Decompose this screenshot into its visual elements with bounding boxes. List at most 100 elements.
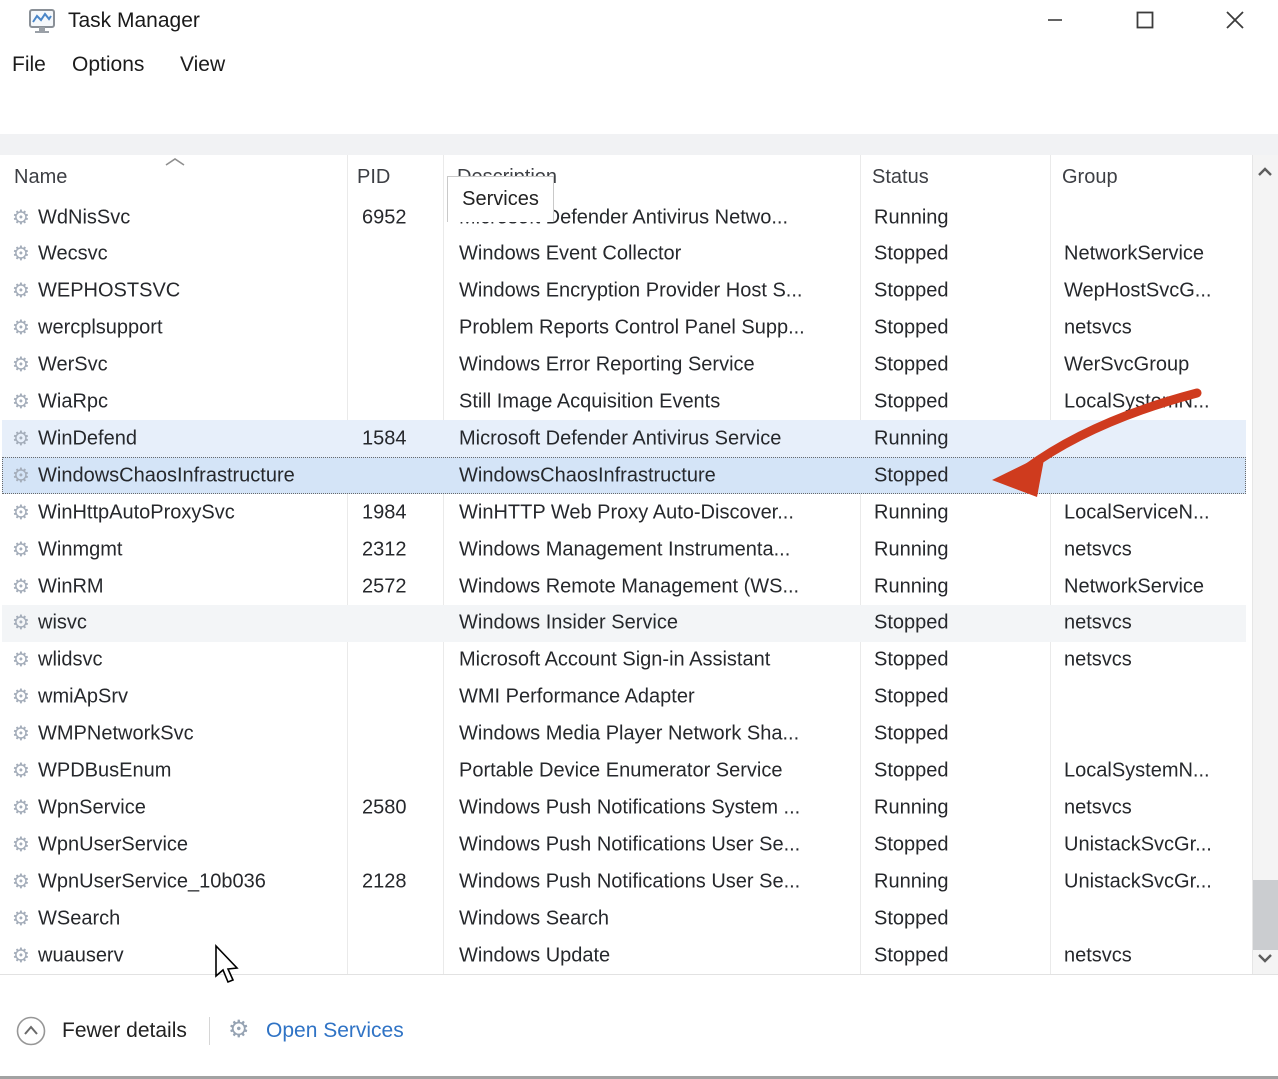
close-icon <box>1226 11 1244 29</box>
cell-description: Windows Push Notifications User Se... <box>459 833 800 856</box>
cell-description: Windows Management Instrumenta... <box>459 538 790 561</box>
tab-strip: Processes Performance Users Details Serv… <box>0 88 1278 134</box>
cell-description: Windows Encryption Provider Host S... <box>459 280 802 303</box>
cell-status: Stopped <box>874 391 949 414</box>
scrollbar-up-button[interactable] <box>1252 158 1278 186</box>
cell-name: WiaRpc <box>38 391 108 414</box>
cell-group: netsvcs <box>1064 612 1132 635</box>
maximize-icon <box>1136 11 1154 29</box>
table-row[interactable]: ⚙WdNisSvc6952Microsoft Defender Antiviru… <box>2 199 1246 236</box>
minimize-button[interactable] <box>1028 0 1082 40</box>
close-button[interactable] <box>1208 0 1262 40</box>
services-list: Name PID Description Status Group ⚙WdNis… <box>0 155 1252 975</box>
cell-status: Stopped <box>874 833 949 856</box>
table-row[interactable]: ⚙WpnService2580Windows Push Notification… <box>2 789 1246 826</box>
cell-group: NetworkService <box>1064 575 1204 598</box>
table-row[interactable]: ⚙ WinDefend 1584 Microsoft Defender Antivir… <box>2 420 1246 457</box>
menu-bar: File Options View <box>0 44 1278 86</box>
scrollbar-down-button[interactable] <box>1252 944 1278 972</box>
service-gear-icon: ⚙ <box>12 428 30 448</box>
cell-group: WepHostSvcG... <box>1064 280 1211 303</box>
table-row[interactable]: ⚙wercplsupportProblem Reports Control Pa… <box>2 310 1246 347</box>
table-row[interactable]: ⚙WSearchWindows SearchStopped <box>2 900 1246 937</box>
column-header-pid[interactable]: PID <box>357 155 390 199</box>
cell-status: Running <box>874 427 949 450</box>
table-row[interactable]: ⚙wmiApSrvWMI Performance AdapterStopped <box>2 679 1246 716</box>
cell-status: Stopped <box>874 317 949 340</box>
table-row[interactable]: ⚙ WiaRpc Still Image Acquisition Events Sto… <box>2 384 1246 421</box>
cell-group: LocalSystemN... <box>1064 760 1210 783</box>
service-gear-icon: ⚙ <box>12 354 30 374</box>
cell-group: netsvcs <box>1064 649 1132 672</box>
cell-name: WdNisSvc <box>38 206 130 229</box>
cell-name: WinRM <box>38 575 104 598</box>
cell-pid: 2128 <box>362 870 407 893</box>
column-header-status[interactable]: Status <box>872 155 929 199</box>
cell-name: wmiApSrv <box>38 686 128 709</box>
service-gear-icon: ⚙ <box>12 797 30 817</box>
table-row[interactable]: ⚙WpnUserService_10b0362128Windows Push N… <box>2 863 1246 900</box>
table-row[interactable]: ⚙WPDBusEnumPortable Device Enumerator Se… <box>2 753 1246 790</box>
table-row[interactable]: ⚙WpnUserServiceWindows Push Notification… <box>2 826 1246 863</box>
service-gear-icon: ⚙ <box>12 576 30 596</box>
cell-pid: 1984 <box>362 501 407 524</box>
service-gear-icon: ⚙ <box>12 207 30 227</box>
task-manager-window: { "window": { "title": "Task Manager" },… <box>0 0 1278 1079</box>
cell-description: Microsoft Defender Antivirus Service <box>459 427 781 450</box>
cell-pid: 1584 <box>362 427 407 450</box>
table-row[interactable]: ⚙WEPHOSTSVCWindows Encryption Provider H… <box>2 273 1246 310</box>
cell-name: WpnService <box>38 796 146 819</box>
table-row[interactable]: ⚙WinHttpAutoProxySvc1984WinHTTP Web Prox… <box>2 494 1246 531</box>
vertical-scrollbar[interactable] <box>1252 155 1278 975</box>
table-row[interactable]: ⚙WecsvcWindows Event CollectorStoppedNet… <box>2 236 1246 273</box>
service-gear-icon: ⚙ <box>12 945 30 965</box>
service-gear-icon: ⚙ <box>12 871 30 891</box>
maximize-button[interactable] <box>1118 0 1172 40</box>
cell-status: Stopped <box>874 760 949 783</box>
cell-pid: 2572 <box>362 575 407 598</box>
table-row[interactable]: ⚙wisvcWindows Insider ServiceStoppednets… <box>2 605 1246 642</box>
tab-services[interactable]: Services <box>447 176 554 222</box>
cell-status: Running <box>874 796 949 819</box>
chevron-up-icon <box>1257 167 1273 177</box>
column-header-group[interactable]: Group <box>1062 155 1118 199</box>
table-row[interactable]: ⚙WindowsChaosInfrastructureWindowsChaosI… <box>2 457 1246 494</box>
scrollbar-thumb[interactable] <box>1253 880 1278 950</box>
table-row[interactable]: ⚙WinRM2572Windows Remote Management (WS.… <box>2 568 1246 605</box>
cell-status: Running <box>874 538 949 561</box>
menu-file[interactable]: File <box>12 50 46 80</box>
cell-description: Portable Device Enumerator Service <box>459 760 782 783</box>
cell-description: Windows Insider Service <box>459 612 678 635</box>
cell-group: LocalServiceN... <box>1064 501 1210 524</box>
fewer-details-chevron-icon[interactable] <box>16 1016 46 1046</box>
fewer-details-button[interactable]: Fewer details <box>62 1019 187 1043</box>
cell-status: Running <box>874 575 949 598</box>
cell-description: Windows Search <box>459 907 609 930</box>
table-row[interactable]: ⚙WerSvcWindows Error Reporting ServiceSt… <box>2 347 1246 384</box>
column-header-name[interactable]: Name <box>14 155 67 199</box>
table-row[interactable]: ⚙WMPNetworkSvcWindows Media Player Netwo… <box>2 716 1246 753</box>
cell-name: WindowsChaosInfrastructure <box>38 464 295 487</box>
cell-group: netsvcs <box>1064 317 1132 340</box>
cell-name: Winmgmt <box>38 538 122 561</box>
cell-description: Microsoft Account Sign-in Assistant <box>459 649 770 672</box>
menu-view[interactable]: View <box>180 50 225 80</box>
open-services-link[interactable]: Open Services <box>266 1019 404 1043</box>
cell-group: LocalSystemN... <box>1064 391 1210 414</box>
menu-options[interactable]: Options <box>72 50 144 80</box>
table-row[interactable]: ⚙Winmgmt2312Windows Management Instrumen… <box>2 531 1246 568</box>
window-title: Task Manager <box>68 9 200 33</box>
cell-pid: 6952 <box>362 206 407 229</box>
task-manager-icon <box>28 7 56 35</box>
service-gear-icon: ⚙ <box>12 649 30 669</box>
table-row[interactable]: ⚙wuauservWindows UpdateStoppednetsvcs <box>2 937 1246 974</box>
cell-name: WEPHOSTSVC <box>38 280 180 303</box>
service-gear-icon: ⚙ <box>12 613 30 633</box>
cell-status: Stopped <box>874 612 949 635</box>
service-gear-icon: ⚙ <box>12 391 30 411</box>
cell-description: Still Image Acquisition Events <box>459 391 720 414</box>
cell-status: Stopped <box>874 686 949 709</box>
cell-name: WpnUserService <box>38 833 188 856</box>
cell-name: WinDefend <box>38 427 137 450</box>
table-row[interactable]: ⚙wlidsvcMicrosoft Account Sign-in Assist… <box>2 642 1246 679</box>
